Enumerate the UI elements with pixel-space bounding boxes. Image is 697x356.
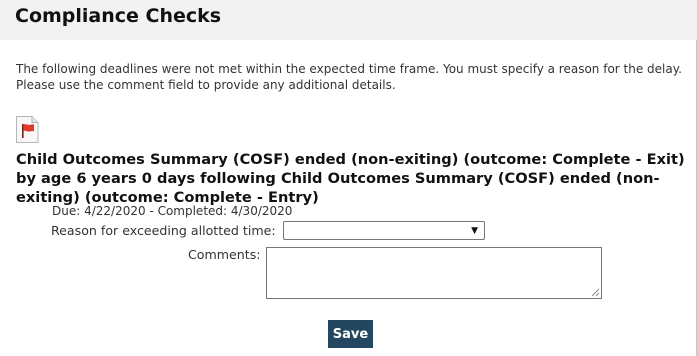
intro-text: The following deadlines were not met wit… xyxy=(16,62,682,92)
resize-grip-icon[interactable] xyxy=(591,288,600,297)
reason-label: Reason for exceeding allotted time: xyxy=(51,223,276,238)
page-title: Compliance Checks xyxy=(15,5,222,27)
compliance-checks-page: Compliance Checks The following deadline… xyxy=(0,0,697,356)
dropdown-arrow-icon: ▼ xyxy=(471,226,478,236)
save-button[interactable]: Save xyxy=(328,320,373,348)
red-flag-document-icon xyxy=(16,116,39,143)
comments-label: Comments: xyxy=(188,247,261,262)
reason-select[interactable]: ▼ xyxy=(283,221,485,240)
compliance-item-title: Child Outcomes Summary (COSF) ended (non… xyxy=(16,151,685,206)
due-completed-text: Due: 4/22/2020 - Completed: 4/30/2020 xyxy=(52,204,293,218)
page-header: Compliance Checks xyxy=(0,0,697,40)
comments-textarea[interactable] xyxy=(266,247,602,299)
